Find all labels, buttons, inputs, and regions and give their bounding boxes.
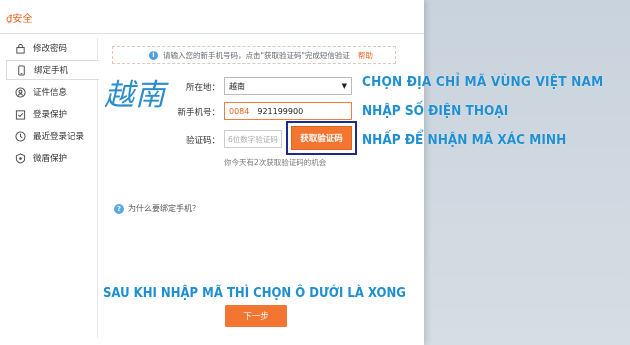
phone-number: 921199900 bbox=[257, 106, 304, 116]
sidebar-item-micro-shield[interactable]: 微盾保护 bbox=[6, 148, 97, 168]
sidebar-item-change-password[interactable]: 修改密码 bbox=[6, 38, 97, 58]
sidebar-item-recent-logins[interactable]: 最近登录记录 bbox=[6, 126, 97, 146]
region-value: 越南 bbox=[229, 81, 245, 91]
sidebar-item-label: 证件信息 bbox=[33, 88, 68, 98]
verification-code-input[interactable]: 6位数字验证码 bbox=[224, 130, 282, 148]
sidebar-item-label: 登录保护 bbox=[33, 110, 68, 120]
sidebar-item-label: 绑定手机 bbox=[34, 66, 69, 76]
code-tip: 你今天有2次获取验证码的机会 bbox=[224, 158, 327, 167]
next-button[interactable]: 下一步 bbox=[225, 305, 287, 327]
phone-input[interactable]: 0084 921199900 bbox=[224, 102, 352, 120]
question-icon: ? bbox=[114, 203, 124, 214]
phone-label: 新手机号： bbox=[177, 108, 220, 118]
annotation-step3: NHẤP ĐỂ NHẬN MÃ XÁC MINH bbox=[362, 132, 567, 148]
annotation-step4: SAU KHI NHẬP MÃ THÌ CHỌN Ô DƯỚI LÀ XONG bbox=[103, 286, 406, 301]
sidebar-item-label: 修改密码 bbox=[33, 44, 68, 54]
badge-icon bbox=[14, 152, 27, 165]
lock-icon bbox=[14, 42, 27, 55]
info-banner: i 请输入您的新手机号码，点击"获取验证码"完成短信验证 帮助 bbox=[112, 46, 396, 64]
help-link[interactable]: 帮助 bbox=[358, 50, 373, 61]
why-bind-text: 为什么要绑定手机？ bbox=[128, 204, 200, 213]
code-label: 验证码： bbox=[185, 136, 220, 146]
get-code-highlight: 获取验证码 bbox=[286, 121, 357, 155]
sidebar-item-bind-phone[interactable]: 绑定手机 bbox=[6, 60, 99, 80]
region-select[interactable]: 越南 ▼ bbox=[224, 77, 352, 95]
sidebar-item-label: 微盾保护 bbox=[33, 154, 68, 164]
info-text: 请输入您的新手机号码，点击"获取验证码"完成短信验证 bbox=[163, 50, 350, 60]
region-label: 所在地： bbox=[185, 83, 220, 93]
code-placeholder: 6位数字验证码 bbox=[228, 134, 278, 144]
info-icon: i bbox=[149, 50, 158, 60]
shield-check-icon bbox=[14, 108, 27, 121]
sidebar: 修改密码 绑定手机 证件信息 登录保护 最近登录记录 微盾保护 bbox=[6, 38, 99, 338]
id-card-icon bbox=[14, 86, 27, 99]
annotation-step1: CHỌN ĐỊA CHỈ MÃ VÙNG VIỆT NAM bbox=[362, 74, 604, 90]
country-code: 0084 bbox=[229, 106, 250, 116]
phone-icon bbox=[15, 64, 28, 77]
vietnam-overlay-label: 越南 bbox=[104, 78, 166, 113]
annotation-step2: NHẬP SỐ ĐIỆN THOẠI bbox=[362, 103, 509, 119]
window-title: ₫安全 bbox=[0, 0, 424, 34]
sidebar-item-id-info[interactable]: 证件信息 bbox=[6, 82, 97, 102]
sidebar-item-login-protect[interactable]: 登录保护 bbox=[6, 104, 97, 124]
chevron-down-icon: ▼ bbox=[341, 82, 347, 90]
sidebar-item-label: 最近登录记录 bbox=[33, 132, 85, 142]
clock-icon bbox=[14, 130, 27, 143]
get-code-button[interactable]: 获取验证码 bbox=[291, 126, 352, 150]
why-bind-link[interactable]: ? 为什么要绑定手机？ bbox=[114, 203, 200, 214]
